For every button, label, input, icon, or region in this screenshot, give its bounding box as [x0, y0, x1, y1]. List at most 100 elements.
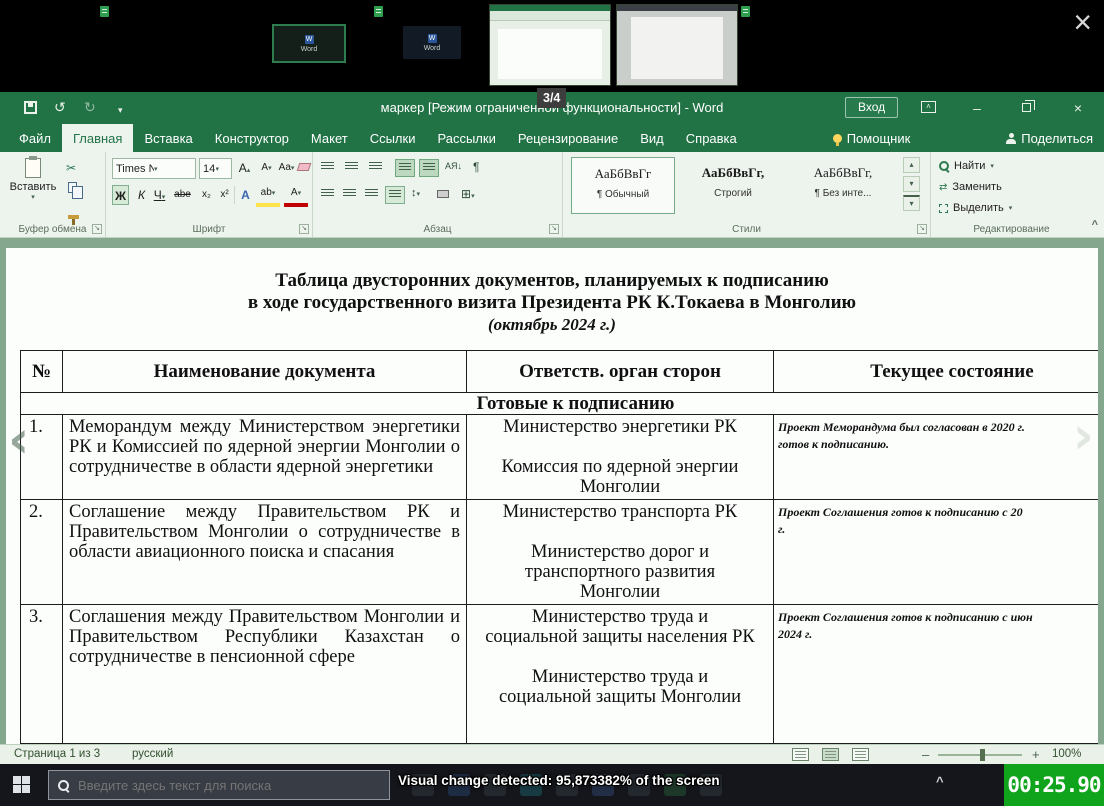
sign-in-button[interactable]: Вход	[845, 97, 898, 118]
replace-button[interactable]: ⇄ Заменить	[939, 181, 1002, 193]
borders-button[interactable]: ⊞▾	[461, 187, 475, 201]
frame-thumbnail-word-splash[interactable]: W Word	[272, 24, 346, 63]
frame-thumbnail-word-splash-2[interactable]: W Word	[403, 26, 461, 59]
header-name: Наименование документа	[63, 351, 467, 393]
tab-help[interactable]: Справка	[675, 124, 748, 152]
grow-font-glyph: А	[239, 161, 247, 175]
superscript-button[interactable]: x²	[216, 185, 233, 205]
select-icon	[939, 204, 948, 213]
zoom-level[interactable]: 100%	[1052, 748, 1081, 760]
multilevel-list-button[interactable]	[369, 162, 382, 171]
numbering-button[interactable]	[345, 162, 358, 171]
text-effects-button[interactable]: А	[237, 185, 254, 205]
styles-scroll-up-icon[interactable]: ▴	[903, 157, 920, 173]
underline-button[interactable]: Ч▾	[151, 185, 168, 205]
highlight-glyph: ab	[261, 187, 272, 198]
start-button[interactable]	[13, 776, 30, 793]
zoom-slider[interactable]	[938, 754, 1022, 756]
tab-assistant[interactable]: Помощник	[822, 124, 922, 152]
paste-icon	[25, 158, 41, 178]
caret-down-icon: ▾	[272, 190, 276, 197]
tray-expand-icon[interactable]: ^	[936, 774, 944, 789]
statusbar: Страница 1 из 3 русский – + 100%	[0, 744, 1104, 764]
clear-formatting-button[interactable]	[297, 163, 312, 171]
tab-file[interactable]: Файл	[8, 124, 62, 152]
style-name: ¶ Обычный	[572, 189, 674, 200]
font-color-button[interactable]: А▾	[284, 183, 308, 203]
change-case-button[interactable]: Аа▾	[278, 158, 295, 178]
styles-launcher-icon[interactable]: ↘	[917, 224, 927, 234]
tab-mailings[interactable]: Рассылки	[426, 124, 506, 152]
close-button[interactable]: ×	[1056, 92, 1100, 124]
find-button[interactable]: Найти ▾	[939, 160, 994, 172]
italic-button[interactable]: К	[133, 185, 150, 205]
language-indicator[interactable]: русский	[132, 748, 173, 760]
align-left-button[interactable]	[321, 189, 334, 198]
font-launcher-icon[interactable]: ↘	[299, 224, 309, 234]
bullets-button[interactable]	[321, 162, 334, 171]
justify-button[interactable]	[385, 186, 405, 204]
style-normal[interactable]: АаБбВвГг ¶ Обычный	[571, 157, 675, 214]
print-layout-button[interactable]	[822, 748, 839, 761]
align-right-button[interactable]	[365, 189, 378, 198]
select-button[interactable]: Выделить ▾	[939, 202, 1012, 214]
shading-button[interactable]	[437, 190, 449, 198]
collapse-ribbon-icon[interactable]: ^	[1092, 219, 1098, 231]
search-input[interactable]	[78, 778, 380, 793]
format-painter-button[interactable]	[68, 215, 79, 219]
taskbar-search[interactable]	[48, 770, 390, 800]
caret-down-icon: ▾	[471, 193, 475, 200]
paragraph-launcher-icon[interactable]: ↘	[549, 224, 559, 234]
grow-font-button[interactable]: А▴	[236, 158, 253, 178]
nav-next-icon[interactable]: ›	[1073, 410, 1094, 462]
zoom-out-button[interactable]: –	[922, 747, 929, 762]
font-size-combo[interactable]: 14 ▾	[199, 158, 232, 179]
tab-references[interactable]: Ссылки	[359, 124, 427, 152]
borders-icon: ⊞	[461, 187, 471, 201]
document-page[interactable]: Таблица двусторонних документов, планиру…	[6, 248, 1098, 744]
read-mode-button[interactable]	[792, 748, 809, 761]
web-layout-button[interactable]	[852, 748, 869, 761]
tab-view[interactable]: Вид	[629, 124, 675, 152]
replace-icon: ⇄	[939, 182, 947, 193]
caret-down-icon: ▾	[298, 190, 302, 197]
align-center-button[interactable]	[343, 189, 356, 198]
clipboard-launcher-icon[interactable]: ↘	[92, 224, 102, 234]
shrink-font-button[interactable]: А▾	[258, 158, 275, 178]
tab-review[interactable]: Рецензирование	[507, 124, 629, 152]
styles-more-icon[interactable]: ▾	[903, 195, 920, 211]
nav-prev-icon[interactable]: ‹	[8, 414, 29, 466]
ribbon-display-options-icon[interactable]: ˄	[921, 101, 936, 113]
zoom-in-button[interactable]: +	[1032, 747, 1040, 762]
bold-button[interactable]: Ж	[112, 185, 129, 205]
tab-home[interactable]: Главная	[62, 124, 133, 152]
show-marks-button[interactable]: ¶	[473, 160, 479, 174]
share-button[interactable]: Поделиться	[995, 124, 1104, 152]
frame-thumbnail-document-2[interactable]	[616, 4, 738, 86]
sort-button[interactable]: АЯ↓	[445, 161, 462, 171]
copy-button[interactable]	[68, 182, 77, 193]
font-name-combo[interactable]: Times New R ▾	[112, 158, 196, 179]
cut-button[interactable]: ✂	[66, 161, 76, 175]
frame-thumbnail-document[interactable]	[489, 4, 611, 86]
highlight-button[interactable]: ab▾	[256, 183, 280, 203]
ribbon-tab-row: Файл Главная Вставка Конструктор Макет С…	[0, 124, 1104, 152]
minimize-button[interactable]: –	[955, 92, 999, 124]
increase-indent-button[interactable]	[419, 159, 439, 177]
style-no-spacing[interactable]: АаБбВвГг, ¶ Без инте...	[791, 157, 895, 214]
tab-design[interactable]: Конструктор	[204, 124, 300, 152]
tab-layout[interactable]: Макет	[300, 124, 359, 152]
page-indicator[interactable]: Страница 1 из 3	[14, 748, 100, 760]
style-strict[interactable]: АаБбВвГг, Строгий	[681, 157, 785, 214]
align-left-icon	[321, 189, 334, 198]
strikethrough-button[interactable]: abe	[174, 185, 191, 205]
styles-scroll-down-icon[interactable]: ▾	[903, 176, 920, 192]
overlay-close-icon[interactable]: ×	[1073, 0, 1092, 44]
tab-insert[interactable]: Вставка	[133, 124, 203, 152]
paste-button[interactable]: Вставить ▾	[8, 158, 58, 201]
restore-button[interactable]	[1022, 103, 1031, 112]
zoom-slider-thumb[interactable]	[980, 749, 985, 761]
subscript-button[interactable]: x₂	[198, 185, 215, 205]
line-spacing-button[interactable]: ↕▾	[411, 187, 420, 199]
decrease-indent-button[interactable]	[395, 159, 415, 177]
